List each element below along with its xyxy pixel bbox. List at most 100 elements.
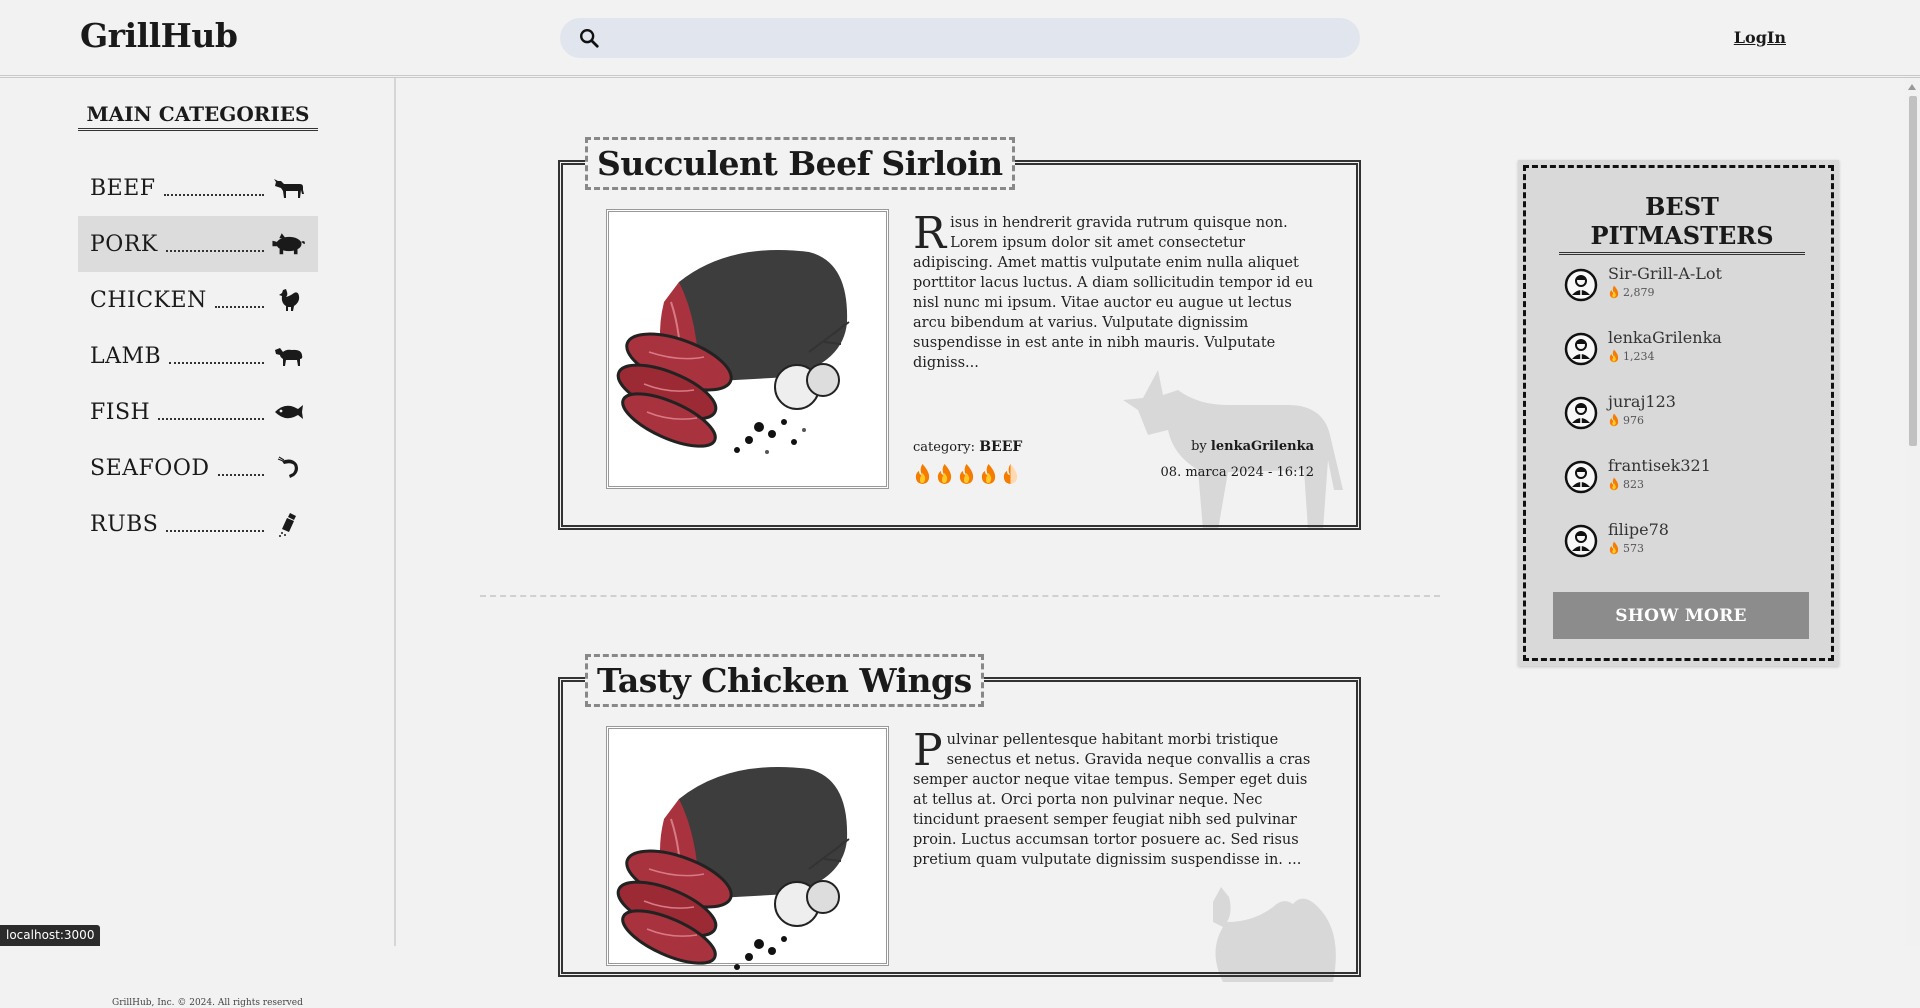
post-card[interactable]: Tasty Chicken Wings Pulvinar pellentesqu…	[558, 654, 1361, 982]
dotted-leader	[217, 460, 264, 476]
dotted-leader	[163, 180, 264, 196]
category-item-rubs[interactable]: RUBS	[78, 496, 318, 552]
flame-icon	[1609, 349, 1619, 363]
categories-title: MAIN CATEGORIES	[78, 102, 318, 131]
category-label: PORK	[90, 231, 158, 257]
post-category: category: BEEF	[913, 439, 1022, 455]
flame-icon	[981, 464, 996, 484]
chicken-silhouette	[1213, 887, 1336, 982]
dotted-leader	[214, 292, 264, 308]
post-author: by lenkaGrilenka	[1191, 439, 1314, 454]
pitmaster-item[interactable]: lenkaGrilenka 1,234	[1564, 328, 1722, 392]
meat-illustration	[616, 250, 850, 454]
sidebar: MAIN CATEGORIES BEEF PORK CHICKEN LAMB F…	[0, 78, 396, 1008]
category-prefix: category:	[913, 440, 976, 455]
flame-icon	[959, 464, 974, 484]
category-label: RUBS	[90, 511, 159, 537]
pitmaster-score: 976	[1608, 413, 1676, 427]
half-flame-icon	[1003, 464, 1018, 484]
category-item-beef[interactable]: BEEF	[78, 160, 318, 216]
flame-icon	[1609, 477, 1619, 491]
category-item-fish[interactable]: FISH	[78, 384, 318, 440]
post-card[interactable]: Succulent Beef Sirloin Risus in hendreri…	[558, 137, 1361, 530]
shrimp-icon	[272, 455, 306, 481]
flame-icon	[915, 464, 930, 484]
avatar-icon	[1564, 332, 1598, 366]
flame-icon	[1609, 285, 1619, 299]
category-list: BEEF PORK CHICKEN LAMB FISH SEAFOOD RUBS	[78, 160, 318, 552]
category-label: FISH	[90, 399, 151, 425]
dotted-leader	[166, 516, 264, 532]
avatar-icon	[1564, 524, 1598, 558]
cow-icon	[272, 175, 306, 201]
drop-cap: R	[913, 208, 947, 259]
header: GrillHub LogIn	[0, 0, 1920, 78]
copyright-footer: GrillHub, Inc. © 2024. All rights reserv…	[112, 998, 303, 1008]
category-label: BEEF	[90, 175, 156, 201]
pitmasters-title: BEST PITMASTERS	[1559, 192, 1805, 255]
pitmaster-score: 823	[1608, 477, 1711, 491]
pitmaster-item[interactable]: frantisek321 823	[1564, 456, 1722, 520]
browser-status-url: localhost:3000	[0, 925, 101, 946]
pitmaster-item[interactable]: filipe78 573	[1564, 520, 1722, 584]
dotted-leader	[158, 404, 264, 420]
shaker-icon	[272, 511, 306, 537]
flame-icon	[1609, 541, 1619, 555]
score-value: 976	[1623, 413, 1644, 427]
category-label: CHICKEN	[90, 287, 207, 313]
best-pitmasters-panel: BEST PITMASTERS Sir-Grill-A-Lot 2,879 le…	[1518, 160, 1839, 666]
flame-icon	[1609, 413, 1619, 427]
pitmaster-name: lenkaGrilenka	[1608, 328, 1722, 347]
pitmaster-score: 2,879	[1608, 285, 1722, 299]
dotted-leader	[169, 348, 264, 364]
flame-icon	[937, 464, 952, 484]
pitmaster-name: frantisek321	[1608, 456, 1711, 475]
post-image[interactable]	[606, 726, 889, 970]
avatar-icon	[1564, 460, 1598, 494]
scroll-up-arrow-icon[interactable]	[1908, 84, 1916, 90]
pitmaster-name: juraj123	[1608, 392, 1676, 411]
post-title[interactable]: Succulent Beef Sirloin	[585, 137, 1015, 190]
rating-flames	[913, 463, 1020, 485]
score-value: 573	[1623, 541, 1644, 555]
dotted-leader	[165, 236, 264, 252]
post-title[interactable]: Tasty Chicken Wings	[585, 654, 984, 707]
category-item-seafood[interactable]: SEAFOOD	[78, 440, 318, 496]
pitmaster-item[interactable]: juraj123 976	[1564, 392, 1722, 456]
fish-icon	[272, 399, 306, 425]
score-value: 2,879	[1623, 285, 1655, 299]
search-input[interactable]	[560, 18, 1360, 58]
pitmasters-border: BEST PITMASTERS Sir-Grill-A-Lot 2,879 le…	[1523, 165, 1834, 661]
post-excerpt: Risus in hendrerit gravida rutrum quisqu…	[913, 208, 1318, 373]
category-label: LAMB	[90, 343, 162, 369]
post-excerpt: Pulvinar pellentesque habitant morbi tri…	[913, 725, 1318, 870]
avatar-icon	[1564, 268, 1598, 302]
pitmaster-item[interactable]: Sir-Grill-A-Lot 2,879	[1564, 264, 1722, 328]
category-item-pork[interactable]: PORK	[78, 216, 318, 272]
score-value: 823	[1623, 477, 1644, 491]
show-more-button[interactable]: SHOW MORE	[1553, 592, 1809, 639]
lamb-icon	[272, 343, 306, 369]
pig-icon	[272, 231, 306, 257]
post-image[interactable]	[606, 209, 889, 489]
pitmaster-list: Sir-Grill-A-Lot 2,879 lenkaGrilenka 1,23…	[1564, 264, 1722, 584]
category-label: SEAFOOD	[90, 455, 210, 481]
meat-illustration	[616, 767, 850, 970]
login-link[interactable]: LogIn	[1734, 28, 1786, 47]
pitmaster-name: filipe78	[1608, 520, 1669, 539]
category-item-chicken[interactable]: CHICKEN	[78, 272, 318, 328]
category-link[interactable]: BEEF	[979, 439, 1022, 455]
post-divider	[480, 595, 1440, 597]
author-link[interactable]: lenkaGrilenka	[1211, 439, 1314, 454]
post-date: 08. marca 2024 - 16:12	[1160, 465, 1314, 480]
post-excerpt-text: ulvinar pellentesque habitant morbi tris…	[913, 732, 1311, 868]
page-scrollbar[interactable]	[1905, 78, 1920, 946]
pitmaster-score: 1,234	[1608, 349, 1722, 363]
pitmaster-name: Sir-Grill-A-Lot	[1608, 264, 1722, 283]
drop-cap: P	[913, 725, 943, 776]
site-logo[interactable]: GrillHub	[80, 16, 238, 55]
category-item-lamb[interactable]: LAMB	[78, 328, 318, 384]
chicken-icon	[272, 287, 306, 313]
scroll-thumb[interactable]	[1909, 96, 1917, 446]
pitmaster-score: 573	[1608, 541, 1669, 555]
